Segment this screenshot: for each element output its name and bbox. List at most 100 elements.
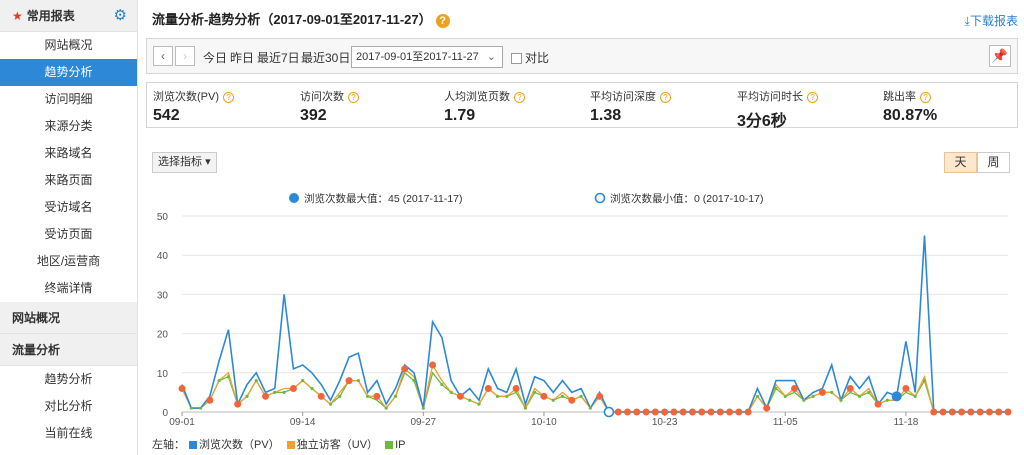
last-7-days-link[interactable]: 最近7日 <box>257 49 300 66</box>
legend-item-uv[interactable]: 独立访客（UV） <box>283 439 378 451</box>
data-point <box>373 392 381 400</box>
sidebar-item[interactable]: 地区/运营商 <box>0 248 137 275</box>
data-point <box>245 394 249 398</box>
help-icon[interactable]: ? <box>348 91 359 103</box>
legend-swatch <box>286 441 295 450</box>
y-tick-label: 50 <box>157 212 169 223</box>
next-button[interactable]: › <box>175 46 195 66</box>
sidebar-item[interactable]: 终端详情 <box>0 275 137 302</box>
data-point <box>495 394 500 398</box>
sidebar-item[interactable]: 受访域名 <box>0 194 137 221</box>
data-point <box>596 392 604 400</box>
data-point <box>206 396 214 404</box>
legend-item-ip[interactable]: IP <box>381 439 406 451</box>
x-tick-label: 10-23 <box>652 417 678 428</box>
sidebar-item[interactable]: 趋势分析 <box>0 366 137 393</box>
last-30-days-link[interactable]: 最近30日 <box>301 49 350 66</box>
data-point <box>755 394 760 398</box>
sidebar-group-common[interactable]: ★ 常用报表 ⚙ <box>0 0 137 32</box>
sidebar-group-overview[interactable]: 网站概况 <box>0 302 137 334</box>
min-legend-dot <box>594 192 606 204</box>
yesterday-link[interactable]: 昨日 <box>230 49 254 66</box>
metric-label: 跳出率? <box>883 88 937 104</box>
metric-label: 浏览次数(PV)? <box>153 88 234 104</box>
data-point <box>421 406 425 410</box>
sidebar-item[interactable]: 受访页面 <box>0 221 137 248</box>
sidebar-item[interactable]: 对比分析 <box>0 393 137 420</box>
date-range-select[interactable]: 2017-09-01至2017-11-27 ⌄ <box>351 46 503 68</box>
sidebar-item[interactable]: 趋势分析 <box>0 59 137 86</box>
data-point <box>512 384 520 392</box>
week-toggle[interactable]: 周 <box>977 152 1010 173</box>
help-icon[interactable]: ? <box>223 91 234 103</box>
sidebar-item[interactable]: 来路域名 <box>0 140 137 167</box>
series-legend: 左轴： 浏览次数（PV） 独立访客（UV） IP <box>152 436 406 452</box>
metric-label: 访问次数? <box>300 88 359 104</box>
data-point <box>328 402 333 406</box>
prev-button[interactable]: ‹ <box>153 46 173 66</box>
data-point <box>642 408 650 416</box>
metric-value: 3分6秒 <box>737 113 787 130</box>
data-point <box>948 408 956 416</box>
data-point <box>401 365 409 373</box>
y-tick-label: 40 <box>157 251 169 262</box>
metric-0: 浏览次数(PV)? 542 <box>153 88 234 125</box>
caret-down-icon: ▾ <box>205 156 211 168</box>
sidebar-item[interactable]: 当前在线 <box>0 420 137 447</box>
x-tick-label: 11-18 <box>893 417 918 428</box>
download-report-button[interactable]: ⤓下载报表 <box>965 12 1018 29</box>
sidebar-item[interactable]: 来路页面 <box>0 167 137 194</box>
y-tick-label: 30 <box>157 290 169 301</box>
data-point <box>579 394 583 398</box>
select-metric-button[interactable]: 选择指标 ▾ <box>152 152 217 173</box>
sidebar-item[interactable]: 来源分类 <box>0 113 137 140</box>
select-metric-label: 选择指标 <box>158 156 202 168</box>
trend-chart: 0 10 20 30 40 50 09-01 09-14 09-27 10-10 10-23 11-0… <box>157 192 1012 428</box>
data-point <box>726 408 734 416</box>
data-point <box>651 408 659 416</box>
help-icon[interactable]: ? <box>807 91 818 103</box>
sidebar: ★ 常用报表 ⚙ 网站概况 趋势分析 访问明细 来源分类 来路域名 来路页面 受访域名 受访页面… <box>0 0 138 455</box>
compare-checkbox[interactable]: 对比 <box>511 49 549 66</box>
data-point <box>930 408 938 416</box>
data-point <box>716 408 724 416</box>
y-tick-label: 20 <box>157 330 169 341</box>
data-point <box>679 408 687 416</box>
data-point <box>384 406 388 410</box>
sidebar-group-label: 流量分析 <box>12 343 61 357</box>
today-link[interactable]: 今日 <box>203 49 227 66</box>
help-icon[interactable]: ? <box>920 91 931 103</box>
data-point <box>735 408 743 416</box>
gear-icon[interactable]: ⚙ <box>114 0 127 32</box>
data-point <box>568 396 576 404</box>
sidebar-item[interactable]: 访问明细 <box>0 86 137 113</box>
data-point <box>958 408 966 416</box>
max-annotation: 浏览次数最大值：45 (2017-11-17) <box>304 192 463 205</box>
y-tick-label: 10 <box>157 369 169 380</box>
sidebar-item[interactable]: 网站概况 <box>0 32 137 59</box>
data-point <box>588 406 592 410</box>
data-point <box>310 386 314 391</box>
data-point <box>633 408 641 416</box>
data-point <box>560 394 565 398</box>
help-icon[interactable]: ? <box>514 91 525 103</box>
help-icon[interactable]: ? <box>435 13 450 28</box>
metric-5: 跳出率? 80.87% <box>883 88 937 125</box>
data-point <box>867 390 871 394</box>
data-point <box>1004 408 1012 416</box>
data-point <box>976 408 984 416</box>
min-annotation: 浏览次数最小值：0 (2017-10-17) <box>610 192 763 205</box>
data-point <box>273 390 277 394</box>
data-point <box>846 384 854 392</box>
data-point <box>818 388 826 396</box>
sidebar-group-traffic[interactable]: 流量分析 <box>0 334 137 366</box>
pin-button[interactable]: 📌 <box>989 45 1011 67</box>
help-icon[interactable]: ? <box>660 91 671 103</box>
data-point <box>254 379 258 383</box>
data-point <box>830 390 834 394</box>
legend-item-pv[interactable]: 浏览次数（PV） <box>185 439 280 451</box>
x-tick-label: 11-05 <box>773 417 798 428</box>
main-content: 流量分析-趋势分析（2017-09-01至2017-11-27）? ⤓下载报表 … <box>146 0 1024 455</box>
star-icon: ★ <box>12 9 23 23</box>
day-toggle[interactable]: 天 <box>944 152 977 173</box>
